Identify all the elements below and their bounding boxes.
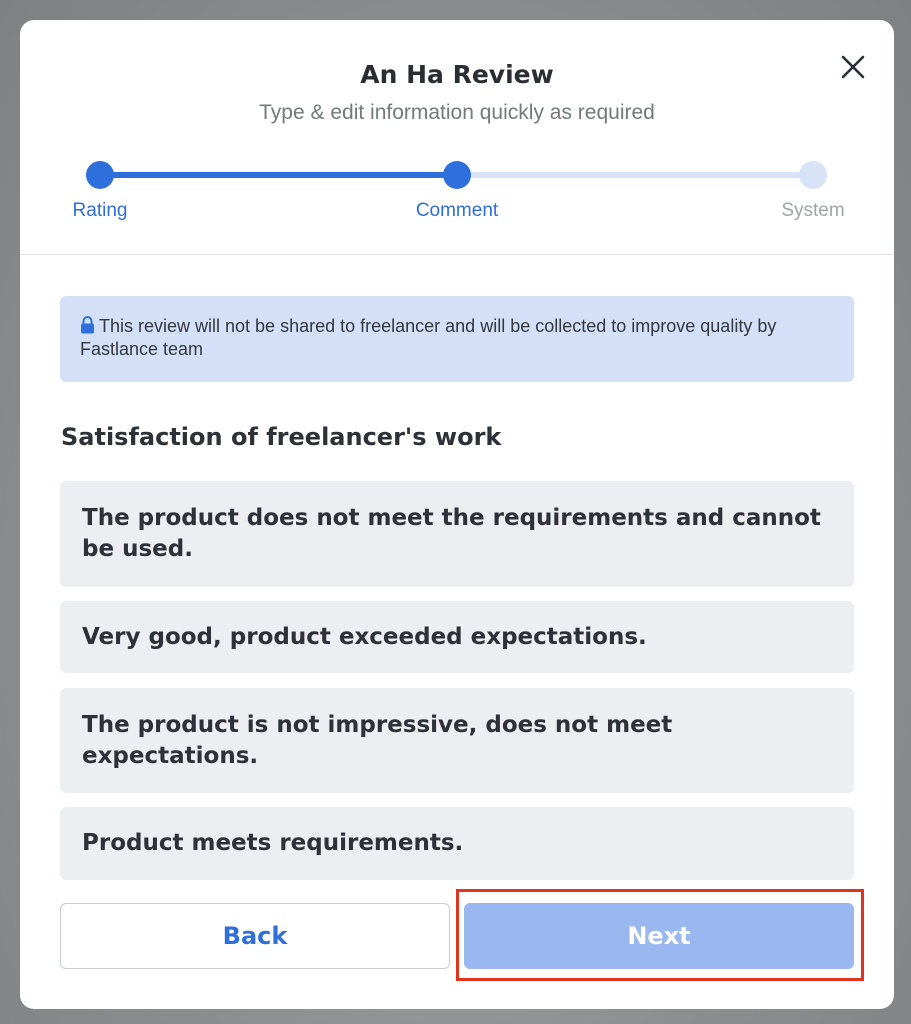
modal-subtitle: Type & edit information quickly as requi…	[259, 101, 655, 124]
option-label: The product is not impressive, does not …	[82, 711, 673, 769]
progress-stepper: Rating Comment System	[20, 140, 894, 221]
option-label: Product meets requirements.	[82, 830, 464, 856]
satisfaction-option-exceeded[interactable]: Very good, product exceeded expectations…	[60, 601, 854, 673]
step-dot-rating[interactable]	[86, 161, 114, 189]
privacy-notice-text: This review will not be shared to freela…	[80, 316, 777, 359]
next-button[interactable]: Next	[464, 903, 854, 969]
stepper-track-completed	[100, 172, 457, 178]
satisfaction-heading: Satisfaction of freelancer's work	[61, 423, 502, 451]
step-dot-system	[799, 161, 827, 189]
satisfaction-option-meets[interactable]: Product meets requirements.	[60, 807, 854, 880]
modal-title: An Ha Review	[360, 60, 554, 89]
satisfaction-option-not-impressive[interactable]: The product is not impressive, does not …	[60, 688, 854, 793]
lock-icon	[80, 316, 95, 334]
step-label-system: System	[781, 200, 845, 221]
satisfaction-option-not-usable[interactable]: The product does not meet the requiremen…	[60, 481, 854, 587]
back-button[interactable]: Back	[60, 903, 450, 969]
step-dot-comment[interactable]	[443, 161, 471, 189]
privacy-notice: This review will not be shared to freela…	[60, 296, 854, 382]
step-label-comment[interactable]: Comment	[387, 200, 527, 222]
option-label: The product does not meet the requiremen…	[82, 505, 821, 562]
option-label: Very good, product exceeded expectations…	[82, 623, 647, 650]
step-label-rating[interactable]: Rating	[30, 200, 170, 222]
modal-header: An Ha Review Type & edit information qui…	[20, 20, 894, 255]
stepper-track-remaining	[457, 172, 813, 178]
review-modal: An Ha Review Type & edit information qui…	[20, 20, 894, 1009]
